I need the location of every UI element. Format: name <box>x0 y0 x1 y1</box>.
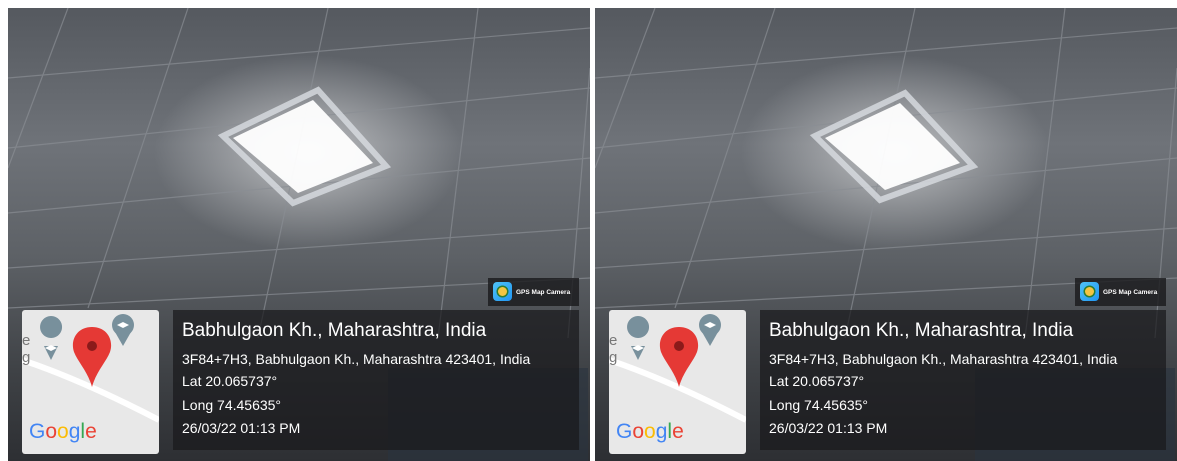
datetime: 26/03/22 01:13 PM <box>182 420 301 436</box>
longitude: Long 74.45635° <box>182 397 282 413</box>
map-thumbnail: e g Google <box>609 310 746 454</box>
address: 3F84+7H3, Babhulgaon Kh., Maharashtra 42… <box>182 351 531 367</box>
location-info-panel: Babhulgaon Kh., Maharashtra, India 3F84+… <box>173 310 579 450</box>
location-title: Babhulgaon Kh., Maharashtra, India <box>769 320 1074 341</box>
school-marker-icon <box>699 314 721 346</box>
latitude: Lat 20.065737° <box>182 373 278 389</box>
school-marker-icon <box>112 314 134 346</box>
photo-right: GPS Map Camera e g Google Babhulgaon Kh.… <box>595 8 1177 461</box>
map-thumbnail: e g Google <box>22 310 159 454</box>
photo-left: GPS Map Camera e g Google Babhulgaon Kh.… <box>8 8 590 461</box>
app-badge-label: GPS Map Camera <box>1103 289 1158 296</box>
longitude: Long 74.45635° <box>769 397 869 413</box>
gps-map-camera-app-icon <box>493 282 512 301</box>
gps-map-camera-app-icon <box>1080 282 1099 301</box>
map-pin-icon <box>659 327 699 387</box>
address: 3F84+7H3, Babhulgaon Kh., Maharashtra 42… <box>769 351 1118 367</box>
map-partial-label: e g <box>22 332 31 366</box>
app-badge-label: GPS Map Camera <box>516 289 571 296</box>
app-badge: GPS Map Camera <box>1075 278 1166 306</box>
location-title: Babhulgaon Kh., Maharashtra, India <box>182 320 487 341</box>
school-marker-icon <box>40 316 63 360</box>
datetime: 26/03/22 01:13 PM <box>769 420 888 436</box>
school-marker-icon <box>627 316 650 360</box>
map-pin-icon <box>72 327 112 387</box>
map-partial-label: e g <box>609 332 618 366</box>
google-logo: Google <box>29 420 97 443</box>
location-info-panel: Babhulgaon Kh., Maharashtra, India 3F84+… <box>760 310 1166 450</box>
google-logo: Google <box>616 420 684 443</box>
latitude: Lat 20.065737° <box>769 373 865 389</box>
app-badge: GPS Map Camera <box>488 278 579 306</box>
